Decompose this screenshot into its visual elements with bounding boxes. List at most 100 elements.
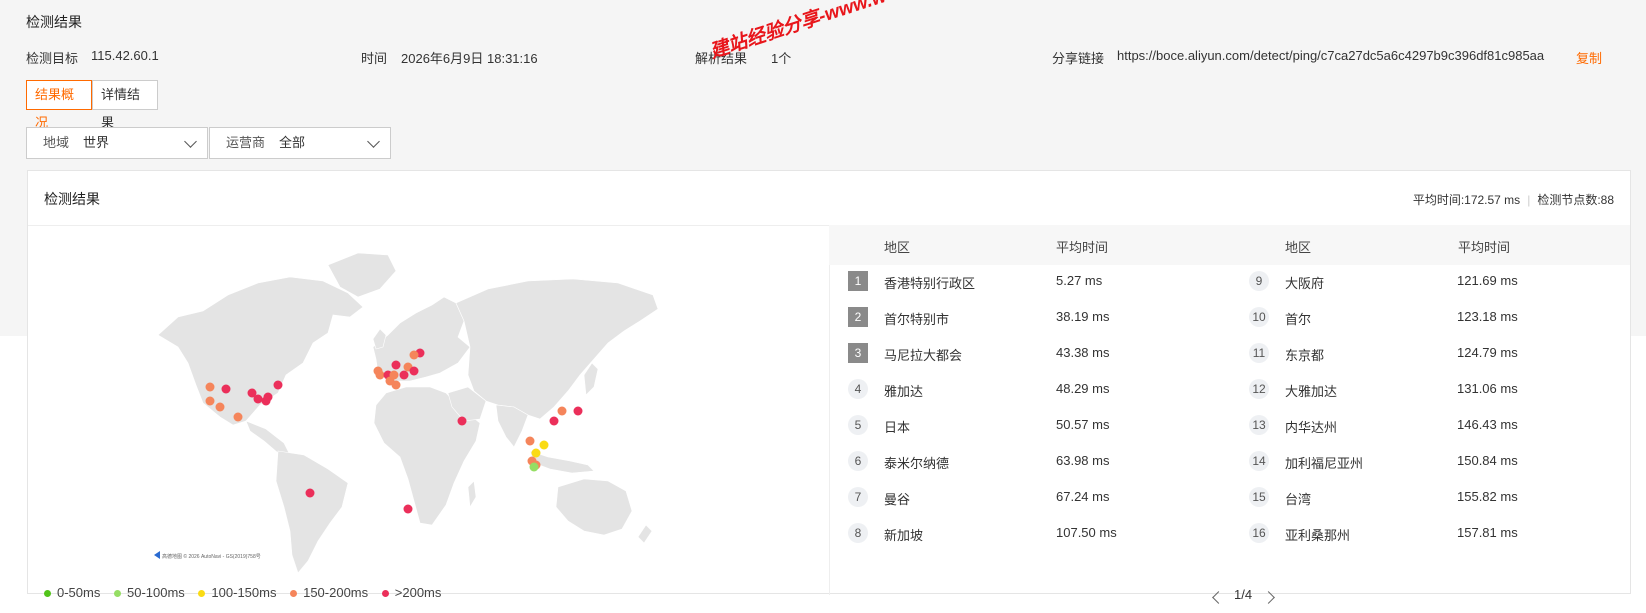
probe-dot[interactable]: [215, 402, 225, 412]
tab-details[interactable]: 详情结果: [92, 80, 158, 130]
legend-label: 150-200ms: [303, 585, 369, 600]
probe-dot[interactable]: [403, 504, 413, 514]
region-cell: 首尔: [1285, 312, 1312, 327]
page-title: 检测结果: [26, 14, 82, 30]
legend-item-3: 150-200ms: [290, 585, 368, 600]
probe-dot[interactable]: [261, 396, 271, 406]
region-cell: 台湾: [1285, 492, 1312, 507]
legend-item-0: 0-50ms: [44, 585, 100, 600]
legend-dot: [290, 589, 298, 597]
probe-dot[interactable]: [399, 370, 409, 380]
central-america: [245, 420, 291, 456]
copy-button[interactable]: 复制: [1576, 48, 1602, 67]
probe-dot[interactable]: [375, 370, 385, 380]
probe-dot[interactable]: [557, 406, 567, 416]
probe-dot[interactable]: [389, 370, 399, 380]
target-value: 115.42.60.1: [91, 48, 159, 63]
region-cell: 曼谷: [884, 492, 911, 507]
probe-dot[interactable]: [233, 412, 243, 422]
region-cell: 泰米尔纳德: [884, 456, 950, 471]
rank-badge: 14: [1249, 451, 1269, 471]
tab-overview[interactable]: 结果概况: [26, 80, 92, 130]
amap-logo-icon: [154, 551, 160, 559]
legend-dot: [44, 589, 51, 597]
madagascar: [467, 480, 477, 508]
probe-dot[interactable]: [273, 380, 283, 390]
time-label: 时间: [361, 51, 388, 66]
world-map[interactable]: 高德地图 © 2026 AutoNavi - GS(2019)758号: [28, 225, 828, 575]
region-select-key: 地域: [43, 135, 70, 150]
north-america: [157, 276, 364, 426]
map-legend: 0-50ms 50-100ms 100-150ms 150-200ms >200…: [44, 585, 451, 600]
probe-dot[interactable]: [539, 440, 549, 450]
probe-dot[interactable]: [409, 366, 419, 376]
share-link[interactable]: https://boce.aliyun.com/detect/ping/c7ca…: [1117, 48, 1544, 63]
continents: [157, 252, 659, 574]
legend-dot: [198, 589, 206, 597]
world-map-panel[interactable]: 高德地图 © 2026 AutoNavi - GS(2019)758号 0-50…: [28, 225, 830, 600]
rank-badge: 4: [848, 379, 868, 399]
avg-time: 平均时间:172.57 ms: [1412, 193, 1521, 207]
region-cell: 大雅加达: [1285, 384, 1338, 399]
stats-divider: |: [1527, 193, 1531, 207]
probe-dot[interactable]: [253, 394, 263, 404]
region-select[interactable]: 地域 世界: [26, 127, 208, 159]
region-cell: 首尔特别市: [884, 312, 950, 327]
region-cell: 日本: [884, 420, 911, 435]
summary-stats: 平均时间:172.57 ms | 检测节点数:88: [1413, 191, 1614, 208]
result-card: 检测结果 平均时间:172.57 ms | 检测节点数:88 高德地图 © 20…: [27, 170, 1631, 604]
time-value: 2026年6月9日 18:31:16: [401, 51, 538, 66]
australia: [555, 478, 633, 536]
time-cell: 124.79 ms: [1457, 345, 1518, 360]
probe-dot[interactable]: [391, 380, 401, 390]
rank-badge: 3: [848, 343, 868, 363]
share-label: 分享链接: [1052, 51, 1105, 66]
probe-dot[interactable]: [525, 436, 535, 446]
probe-dot[interactable]: [409, 350, 419, 360]
target-label: 检测目标: [26, 51, 79, 66]
time-cell: 146.43 ms: [1457, 417, 1518, 432]
probe-dot[interactable]: [221, 384, 231, 394]
probe-dot[interactable]: [573, 406, 583, 416]
time-cell: 5.27 ms: [1056, 273, 1103, 288]
region-cell: 大阪府: [1285, 276, 1325, 291]
isp-select-value: 全部: [279, 135, 306, 150]
probe-dot[interactable]: [205, 396, 215, 406]
time-cell: 157.81 ms: [1457, 525, 1518, 540]
region-select-value: 世界: [83, 135, 110, 150]
results-table: 地区 平均时间 地区 平均时间 1 香港特别行政区 5.27 ms 2 首尔特别市 38.…: [829, 225, 1630, 604]
time-cell: 38.19 ms: [1056, 309, 1110, 324]
time-cell: 107.50 ms: [1056, 525, 1117, 540]
isp-select[interactable]: 运营商 全部: [209, 127, 391, 159]
region-cell: 香港特别行政区: [884, 276, 976, 291]
rank-badge: 5: [848, 415, 868, 435]
probe-dot[interactable]: [457, 416, 467, 426]
legend-label: 100-150ms: [211, 585, 277, 600]
isp-select-key: 运营商: [226, 135, 266, 150]
rank-badge: 7: [848, 487, 868, 507]
probe-dot[interactable]: [531, 448, 541, 458]
rank-badge: 1: [848, 271, 868, 291]
probe-dot[interactable]: [205, 382, 215, 392]
probe-dot[interactable]: [529, 462, 539, 472]
legend-label: >200ms: [394, 585, 442, 600]
rank-badge: 13: [1249, 415, 1269, 435]
pagination-text: 1/4: [1234, 587, 1253, 602]
chevron-left-icon[interactable]: [1212, 591, 1225, 604]
rank-badge: 11: [1249, 343, 1269, 363]
column-header-region: 地区: [884, 240, 911, 255]
time-cell: 121.69 ms: [1457, 273, 1518, 288]
probe-dot[interactable]: [305, 488, 315, 498]
probe-dot[interactable]: [391, 360, 401, 370]
table-header: 地区 平均时间 地区 平均时间: [829, 225, 1630, 265]
rank-badge: 16: [1249, 523, 1269, 543]
card-header: 检测结果 平均时间:172.57 ms | 检测节点数:88: [28, 171, 1630, 226]
legend-label: 0-50ms: [57, 585, 101, 600]
chevron-right-icon[interactable]: [1262, 591, 1275, 604]
rank-badge: 15: [1249, 487, 1269, 507]
time-cell: 131.06 ms: [1457, 381, 1518, 396]
column-header-time: 平均时间: [1056, 240, 1109, 255]
region-cell: 内华达州: [1285, 420, 1338, 435]
probe-dot[interactable]: [549, 416, 559, 426]
europe: [372, 296, 471, 382]
